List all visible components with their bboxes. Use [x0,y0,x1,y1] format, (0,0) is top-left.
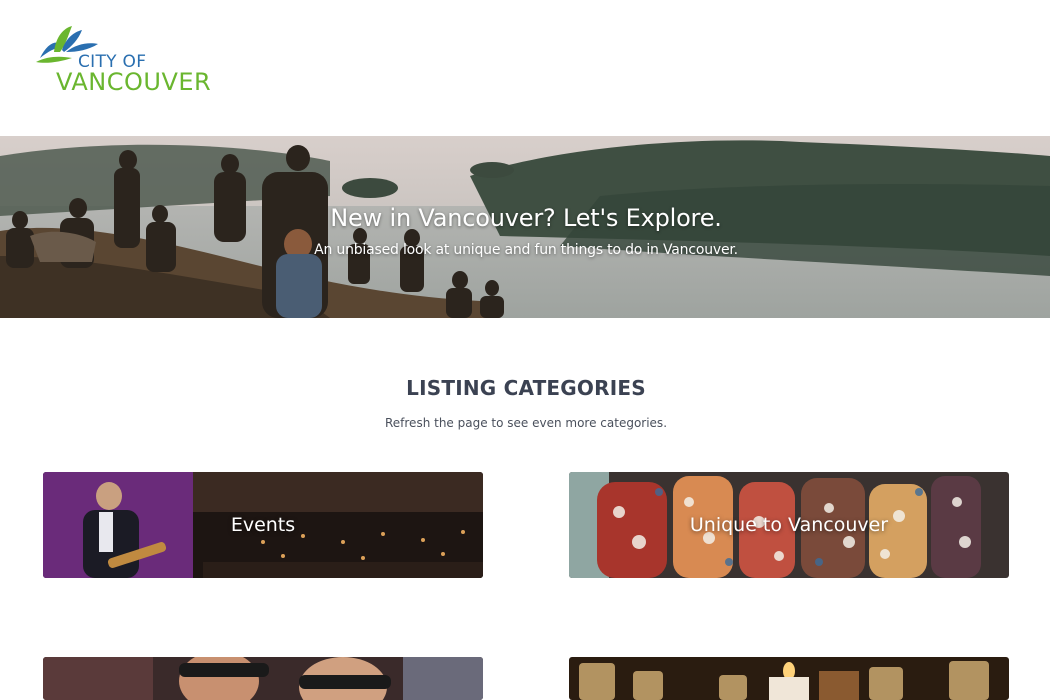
site-header: CITY OF VANCOUVER [0,0,1050,136]
category-card-4[interactable] [569,657,1009,700]
city-of-vancouver-logo[interactable]: CITY OF VANCOUVER [32,22,212,96]
listing-categories-subtitle: Refresh the page to see even more catego… [384,416,668,430]
hero-subtitle: An unbiased look at unique and fun thing… [314,242,738,258]
logo-vancouver-text: VANCOUVER [56,68,212,96]
category-card-unique-to-vancouver[interactable]: Unique to Vancouver [569,472,1009,578]
category-label-events: Events [230,514,296,536]
category-label-3 [43,657,483,700]
category-card-3[interactable] [43,657,483,700]
hero-banner: New in Vancouver? Let's Explore. An unbi… [0,136,1050,318]
category-label-unique-to-vancouver: Unique to Vancouver [689,514,889,536]
category-card-events[interactable]: Events [43,472,483,578]
category-label-4 [569,657,1009,700]
listing-categories-heading: LISTING CATEGORIES [406,376,646,400]
hero-title: New in Vancouver? Let's Explore. [330,204,722,232]
